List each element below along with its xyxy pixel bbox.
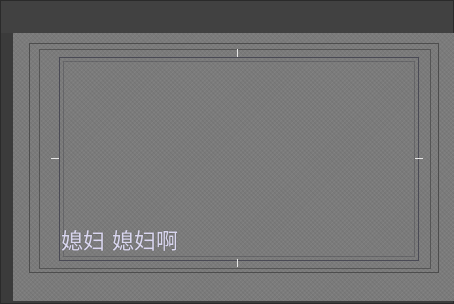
title-safe-frame-inner — [63, 61, 415, 257]
center-guide-bottom-tick — [237, 259, 238, 267]
toolbar-strip — [1, 1, 453, 33]
center-guide-right-tick — [415, 158, 423, 159]
video-editor-window: 媳妇 媳妇啊 — [0, 0, 454, 304]
center-guide-top-tick — [237, 49, 238, 57]
center-guide-left-tick — [51, 158, 59, 159]
subtitle-text[interactable]: 媳妇 媳妇啊 — [61, 229, 178, 257]
